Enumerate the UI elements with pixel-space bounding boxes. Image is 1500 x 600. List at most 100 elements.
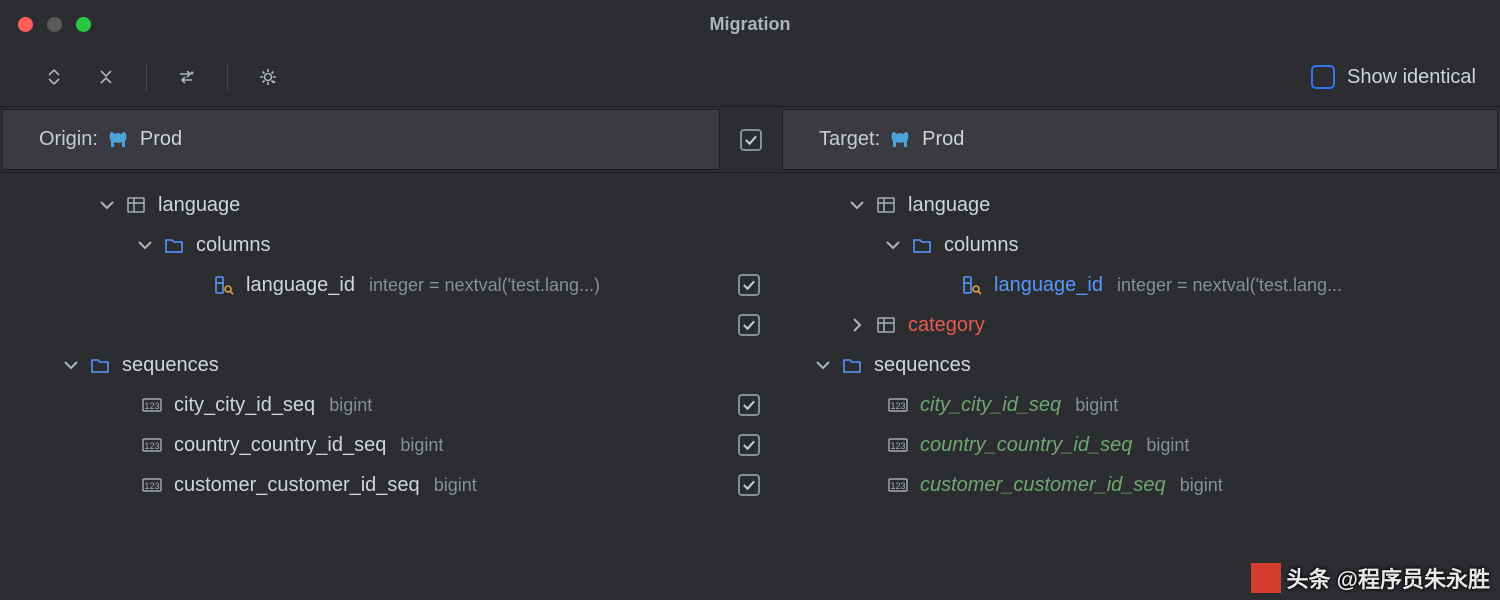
folder-icon xyxy=(840,354,864,376)
target-tree: language columns language_id integer = n… xyxy=(778,173,1500,505)
origin-tree: language columns language_id integer = n… xyxy=(0,173,720,505)
tree-label: columns xyxy=(196,234,270,257)
toolbar: Show identical xyxy=(0,48,1500,106)
target-db-name: Prod xyxy=(922,128,964,151)
window-controls xyxy=(0,17,91,32)
maximize-window-button[interactable] xyxy=(76,17,91,32)
watermark-text: @程序员朱永胜 xyxy=(1337,562,1490,594)
close-window-button[interactable] xyxy=(18,17,33,32)
tree-label: language xyxy=(158,194,240,217)
type-detail: bigint xyxy=(1146,435,1189,456)
tree-label: language xyxy=(908,194,990,217)
folder-icon xyxy=(88,354,112,376)
origin-label: Origin: xyxy=(39,128,98,151)
tree-row-language-id[interactable]: language_id integer = nextval('test.lang… xyxy=(0,265,720,305)
type-detail: bigint xyxy=(400,435,443,456)
tree-label: sequences xyxy=(122,354,219,377)
chevron-down-icon[interactable] xyxy=(882,234,904,256)
row-checkbox[interactable] xyxy=(738,474,760,496)
type-detail: bigint xyxy=(1075,395,1118,416)
column-key-icon xyxy=(212,274,236,296)
sequence-icon xyxy=(886,434,910,456)
row-checkbox[interactable] xyxy=(738,274,760,296)
tree-label: language_id xyxy=(246,274,355,297)
separator xyxy=(146,63,147,91)
table-icon xyxy=(874,314,898,336)
minimize-window-button[interactable] xyxy=(47,17,62,32)
column-key-icon xyxy=(960,274,984,296)
watermark-logo-icon xyxy=(1251,563,1281,593)
chevron-right-icon[interactable] xyxy=(846,314,868,336)
target-header[interactable]: Target: Prod xyxy=(782,109,1498,170)
settings-button[interactable] xyxy=(254,63,282,91)
expand-all-button[interactable] xyxy=(40,63,68,91)
tree-label: columns xyxy=(944,234,1018,257)
tree-row-seq1[interactable]: city_city_id_seq bigint xyxy=(778,385,1500,425)
chevron-down-icon[interactable] xyxy=(846,194,868,216)
tree-label: country_country_id_seq xyxy=(174,434,386,457)
tree-row-language[interactable]: language xyxy=(0,185,720,225)
table-icon xyxy=(124,194,148,216)
tree-row-columns[interactable]: columns xyxy=(778,225,1500,265)
column-detail: integer = nextval('test.lang...) xyxy=(369,275,600,296)
selection-column xyxy=(720,173,778,505)
tree-row-columns[interactable]: columns xyxy=(0,225,720,265)
chevron-down-icon[interactable] xyxy=(96,194,118,216)
chevron-down-icon[interactable] xyxy=(134,234,156,256)
target-label: Target: xyxy=(819,128,880,151)
collapse-all-button[interactable] xyxy=(92,63,120,91)
tree-label: sequences xyxy=(874,354,971,377)
swap-sides-button[interactable] xyxy=(173,63,201,91)
separator xyxy=(227,63,228,91)
diff-content: language columns language_id integer = n… xyxy=(0,173,1500,505)
tree-label: customer_customer_id_seq xyxy=(920,474,1166,497)
chevron-down-icon[interactable] xyxy=(60,354,82,376)
show-identical-toggle[interactable]: Show identical xyxy=(1311,65,1476,89)
tree-label: language_id xyxy=(994,274,1103,297)
tree-row-language-id[interactable]: language_id integer = nextval('test.lang… xyxy=(778,265,1500,305)
tree-row-empty xyxy=(0,305,720,345)
row-checkbox[interactable] xyxy=(738,314,760,336)
tree-label: customer_customer_id_seq xyxy=(174,474,420,497)
folder-icon xyxy=(162,234,186,256)
postgres-icon xyxy=(108,129,130,151)
folder-icon xyxy=(910,234,934,256)
tree-row-seq3[interactable]: customer_customer_id_seq bigint xyxy=(0,465,720,505)
sequence-icon xyxy=(140,474,164,496)
tree-row-seq3[interactable]: customer_customer_id_seq bigint xyxy=(778,465,1500,505)
show-identical-label: Show identical xyxy=(1347,66,1476,89)
column-detail: integer = nextval('test.lang... xyxy=(1117,275,1342,296)
tree-row-sequences[interactable]: sequences xyxy=(778,345,1500,385)
tree-label: category xyxy=(908,314,985,337)
sequence-icon xyxy=(140,394,164,416)
tree-label: country_country_id_seq xyxy=(920,434,1132,457)
sequence-icon xyxy=(886,474,910,496)
row-checkbox[interactable] xyxy=(738,434,760,456)
tree-row-seq1[interactable]: city_city_id_seq bigint xyxy=(0,385,720,425)
tree-row-seq2[interactable]: country_country_id_seq bigint xyxy=(778,425,1500,465)
chevron-down-icon[interactable] xyxy=(812,354,834,376)
pane-headers: Origin: Prod Target: Prod xyxy=(0,106,1500,173)
type-detail: bigint xyxy=(329,395,372,416)
header-center xyxy=(722,109,780,170)
select-all-checkbox[interactable] xyxy=(740,129,762,151)
sequence-icon xyxy=(886,394,910,416)
titlebar: Migration xyxy=(0,0,1500,48)
watermark-prefix: 头条 xyxy=(1287,562,1331,594)
tree-row-language[interactable]: language xyxy=(778,185,1500,225)
tree-row-category[interactable]: category xyxy=(778,305,1500,345)
origin-header[interactable]: Origin: Prod xyxy=(2,109,720,170)
row-checkbox[interactable] xyxy=(738,394,760,416)
type-detail: bigint xyxy=(434,475,477,496)
show-identical-checkbox[interactable] xyxy=(1311,65,1335,89)
tree-label: city_city_id_seq xyxy=(174,394,315,417)
tree-row-sequences[interactable]: sequences xyxy=(0,345,720,385)
type-detail: bigint xyxy=(1180,475,1223,496)
sequence-icon xyxy=(140,434,164,456)
tree-row-seq2[interactable]: country_country_id_seq bigint xyxy=(0,425,720,465)
origin-db-name: Prod xyxy=(140,128,182,151)
window-title: Migration xyxy=(710,14,791,35)
table-icon xyxy=(874,194,898,216)
watermark: 头条 @程序员朱永胜 xyxy=(1251,562,1490,594)
tree-label: city_city_id_seq xyxy=(920,394,1061,417)
